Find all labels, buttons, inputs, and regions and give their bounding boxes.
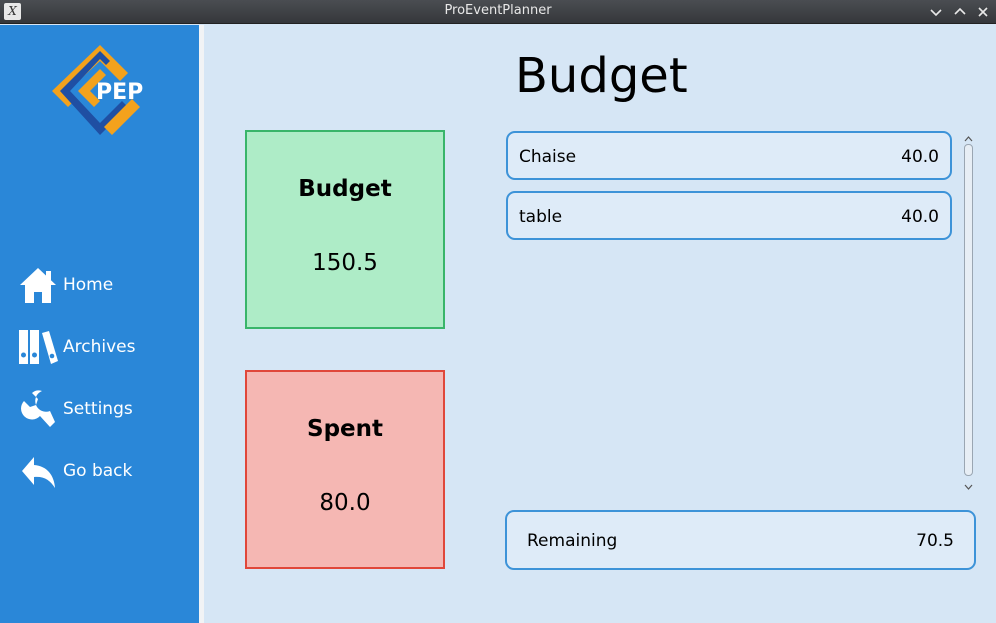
sidebar-item-settings[interactable]: Settings [18, 389, 188, 429]
archives-icon [18, 327, 58, 367]
window-title: ProEventPlanner [444, 3, 552, 18]
expense-name: table [519, 207, 563, 227]
budget-card: Budget 150.5 [245, 130, 445, 329]
remaining-value: 70.5 [916, 531, 954, 551]
expense-row[interactable]: table 40.0 [506, 191, 952, 240]
expense-row[interactable]: Chaise 40.0 [506, 131, 952, 180]
expense-amount: 40.0 [901, 147, 939, 167]
remaining-label: Remaining [527, 531, 618, 551]
close-button[interactable] [973, 2, 993, 22]
sidebar-item-label: Settings [63, 399, 133, 419]
chevron-up-icon [954, 7, 966, 15]
scroll-up-arrow-icon[interactable] [962, 130, 975, 142]
expense-amount: 40.0 [901, 207, 939, 227]
home-icon [18, 265, 58, 305]
spent-card: Spent 80.0 [245, 370, 445, 569]
spent-card-title: Spent [307, 416, 383, 442]
expense-name: Chaise [519, 147, 577, 167]
sidebar-item-label: Home [63, 275, 114, 295]
sidebar-item-home[interactable]: Home [18, 265, 188, 305]
sidebar-item-archives[interactable]: Archives [18, 327, 188, 367]
page-title: Budget [515, 48, 688, 104]
chevron-down-icon [930, 9, 942, 17]
scroll-down-arrow-icon[interactable] [962, 478, 975, 490]
sidebar-divider [199, 25, 204, 623]
sidebar-item-label: Archives [63, 337, 136, 357]
window-titlebar: X ProEventPlanner [0, 0, 996, 24]
budget-card-title: Budget [298, 176, 392, 202]
back-arrow-icon [18, 451, 58, 491]
minimize-button[interactable] [926, 2, 946, 22]
sidebar-item-go-back[interactable]: Go back [18, 451, 188, 491]
close-icon [978, 7, 988, 17]
scrollbar-thumb[interactable] [964, 144, 973, 476]
pep-logo: PEP [48, 45, 152, 137]
wrench-icon [18, 389, 58, 429]
expense-list-scrollbar[interactable] [962, 130, 975, 490]
spent-card-value: 80.0 [319, 490, 371, 516]
sidebar-item-label: Go back [63, 461, 133, 481]
maximize-button[interactable] [950, 2, 970, 22]
logo-text: PEP [96, 80, 143, 105]
sidebar: PEP Home Archives Settings Go back [0, 25, 199, 623]
remaining-panel: Remaining 70.5 [505, 510, 976, 570]
budget-card-value: 150.5 [312, 250, 378, 276]
